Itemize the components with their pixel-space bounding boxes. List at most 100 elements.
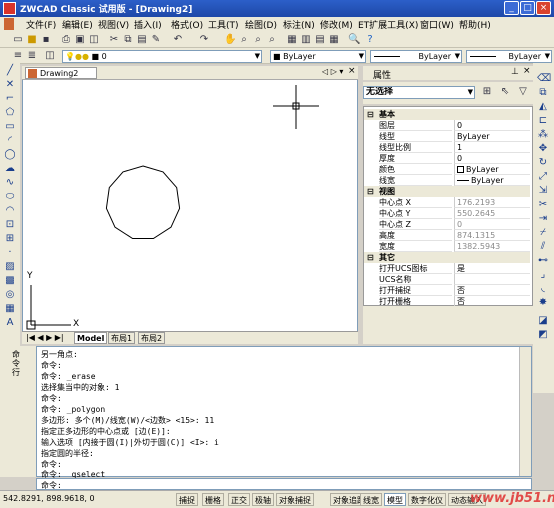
find-icon[interactable]: 🔍 bbox=[348, 34, 360, 46]
tool-palette-icon[interactable]: ▤ bbox=[314, 34, 326, 46]
cut-icon[interactable]: ✂ bbox=[108, 34, 120, 46]
line-icon[interactable]: ╱ bbox=[4, 65, 16, 77]
new-icon[interactable]: ▭ bbox=[12, 34, 24, 46]
prop-row[interactable]: 中心点 Z0 bbox=[364, 219, 530, 230]
publish-icon[interactable]: ◫ bbox=[88, 34, 100, 46]
category-view[interactable]: ⊟ 视图 bbox=[364, 186, 530, 197]
scale-icon[interactable]: ⤢ bbox=[537, 171, 549, 183]
join-icon[interactable]: ⊷ bbox=[537, 255, 549, 267]
stretch-icon[interactable]: ⇲ bbox=[537, 185, 549, 197]
prop-row[interactable]: 打开UCS图标是 bbox=[364, 263, 530, 274]
ellipse-arc-icon[interactable]: ◠ bbox=[4, 205, 16, 217]
insert-block-icon[interactable]: ⊡ bbox=[4, 219, 16, 231]
close-button[interactable]: × bbox=[536, 1, 551, 15]
trim-icon[interactable]: ✂ bbox=[537, 199, 549, 211]
save-icon[interactable]: ▪ bbox=[40, 34, 52, 46]
mirror-icon[interactable]: ◭ bbox=[537, 101, 549, 113]
ellipse-icon[interactable]: ⬭ bbox=[4, 191, 16, 203]
menu-format[interactable]: 格式(O) bbox=[171, 18, 203, 31]
menu-file[interactable]: 文件(F) bbox=[26, 18, 56, 31]
grid-toggle[interactable]: 栅格 bbox=[202, 493, 224, 506]
drawing-canvas[interactable] bbox=[23, 67, 357, 343]
design-center-icon[interactable]: ▥ bbox=[300, 34, 312, 46]
move-icon[interactable]: ✥ bbox=[537, 143, 549, 155]
copy-icon[interactable]: ⧉ bbox=[122, 34, 134, 46]
menu-window[interactable]: 窗口(W) bbox=[420, 18, 454, 31]
osnap-toggle[interactable]: 对象捕捉 bbox=[276, 493, 314, 506]
selection-select[interactable]: 无选择 ▼ bbox=[363, 86, 475, 99]
array-icon[interactable]: ⁂ bbox=[537, 129, 549, 141]
modify-extra-2-icon[interactable]: ◩ bbox=[537, 329, 549, 341]
match-prop-icon[interactable]: ✎ bbox=[150, 34, 162, 46]
extend-icon[interactable]: ⇥ bbox=[537, 213, 549, 225]
category-basic[interactable]: ⊟ 基本 bbox=[364, 109, 530, 120]
polar-toggle[interactable]: 极轴 bbox=[252, 493, 274, 506]
calculator-icon[interactable]: ▦ bbox=[328, 34, 340, 46]
region-icon[interactable]: ◎ bbox=[4, 289, 16, 301]
circle-icon[interactable]: ◯ bbox=[4, 149, 16, 161]
menu-insert[interactable]: 插入(I) bbox=[134, 18, 162, 31]
menu-edit[interactable]: 编辑(E) bbox=[62, 18, 93, 31]
break-icon[interactable]: ⫽ bbox=[537, 241, 549, 253]
gradient-icon[interactable]: ▩ bbox=[4, 275, 16, 287]
copy-object-icon[interactable]: ⧉ bbox=[537, 87, 549, 99]
pin-icon[interactable]: ⊥ bbox=[511, 67, 519, 77]
prop-row[interactable]: 打开捕捉否 bbox=[364, 285, 530, 296]
paste-icon[interactable]: ▤ bbox=[136, 34, 148, 46]
color-select[interactable]: ■ ByLayer ▼ bbox=[270, 50, 366, 63]
layer-manager-icon[interactable]: ≡ bbox=[12, 50, 24, 62]
linetype-select[interactable]: ByLayer ▼ bbox=[370, 50, 462, 63]
revcloud-icon[interactable]: ☁ bbox=[4, 163, 16, 175]
tab-layout2[interactable]: 布局2 bbox=[138, 332, 166, 344]
tab-layout1[interactable]: 布局1 bbox=[108, 332, 136, 344]
prop-row[interactable]: 线型比例 1 bbox=[364, 142, 530, 153]
quick-select-icon[interactable]: ▽ bbox=[517, 86, 529, 98]
arc-icon[interactable]: ◜ bbox=[4, 135, 16, 147]
hatch-icon[interactable]: ▨ bbox=[4, 261, 16, 273]
print-icon[interactable]: ⎙ bbox=[60, 34, 72, 46]
minimize-button[interactable]: _ bbox=[504, 1, 519, 15]
spline-icon[interactable]: ∿ bbox=[4, 177, 16, 189]
undo-icon[interactable]: ↶ bbox=[172, 34, 184, 46]
break-at-point-icon[interactable]: ⌿ bbox=[537, 227, 549, 239]
rectangle-icon[interactable]: ▭ bbox=[4, 121, 16, 133]
table-icon[interactable]: ▦ bbox=[4, 303, 16, 315]
properties-icon[interactable]: ▦ bbox=[286, 34, 298, 46]
xline-icon[interactable]: ✕ bbox=[4, 79, 16, 91]
model-toggle[interactable]: 模型 bbox=[384, 493, 406, 506]
close-icon[interactable]: × bbox=[348, 66, 356, 76]
menu-dimension[interactable]: 标注(N) bbox=[283, 18, 315, 31]
drawing-area[interactable]: Y X bbox=[22, 66, 358, 344]
select-objects-icon[interactable]: ⇖ bbox=[499, 86, 511, 98]
tab-model[interactable]: Model bbox=[74, 332, 108, 344]
rotate-icon[interactable]: ↻ bbox=[537, 157, 549, 169]
explode-icon[interactable]: ✸ bbox=[537, 297, 549, 309]
point-icon[interactable]: · bbox=[4, 247, 16, 259]
fillet-icon[interactable]: ◟ bbox=[537, 283, 549, 295]
maximize-button[interactable]: □ bbox=[520, 1, 535, 15]
command-scrollbar[interactable] bbox=[519, 347, 531, 476]
modify-extra-1-icon[interactable]: ◪ bbox=[537, 315, 549, 327]
menu-et-tools[interactable]: ET扩展工具(X) bbox=[358, 18, 418, 31]
polygon-icon[interactable]: ⬠ bbox=[4, 107, 16, 119]
layer-prev-icon[interactable]: ◫ bbox=[44, 50, 56, 62]
prop-row[interactable]: 颜色 ByLayer bbox=[364, 164, 530, 175]
tablet-toggle[interactable]: 数字化仪 bbox=[408, 493, 446, 506]
prop-row[interactable]: 图层 0 bbox=[364, 120, 530, 131]
close-icon[interactable]: × bbox=[523, 66, 531, 76]
layer-select[interactable]: 💡●● ■ 0 ▼ bbox=[62, 50, 262, 63]
tab-scroll-icon[interactable]: ◁ ▷ ▾ bbox=[322, 67, 343, 76]
make-block-icon[interactable]: ⊞ bbox=[4, 233, 16, 245]
polyline-icon[interactable]: ⌐ bbox=[4, 93, 16, 105]
prop-row[interactable]: 宽度 1382.5943 bbox=[364, 241, 530, 252]
lineweight-select[interactable]: ByLayer ▼ bbox=[466, 50, 552, 63]
open-icon[interactable]: ■ bbox=[26, 34, 38, 46]
menu-tools[interactable]: 工具(T) bbox=[208, 18, 239, 31]
redo-icon[interactable]: ↷ bbox=[198, 34, 210, 46]
prop-row[interactable]: 中心点 Y 550.2645 bbox=[364, 208, 530, 219]
zoom-realtime-icon[interactable]: ⌕ bbox=[238, 34, 250, 46]
prop-row[interactable]: UCS名称 bbox=[364, 274, 530, 285]
offset-icon[interactable]: ⊏ bbox=[537, 115, 549, 127]
zoom-previous-icon[interactable]: ⌕ bbox=[266, 34, 278, 46]
menu-help[interactable]: 帮助(H) bbox=[459, 18, 491, 31]
